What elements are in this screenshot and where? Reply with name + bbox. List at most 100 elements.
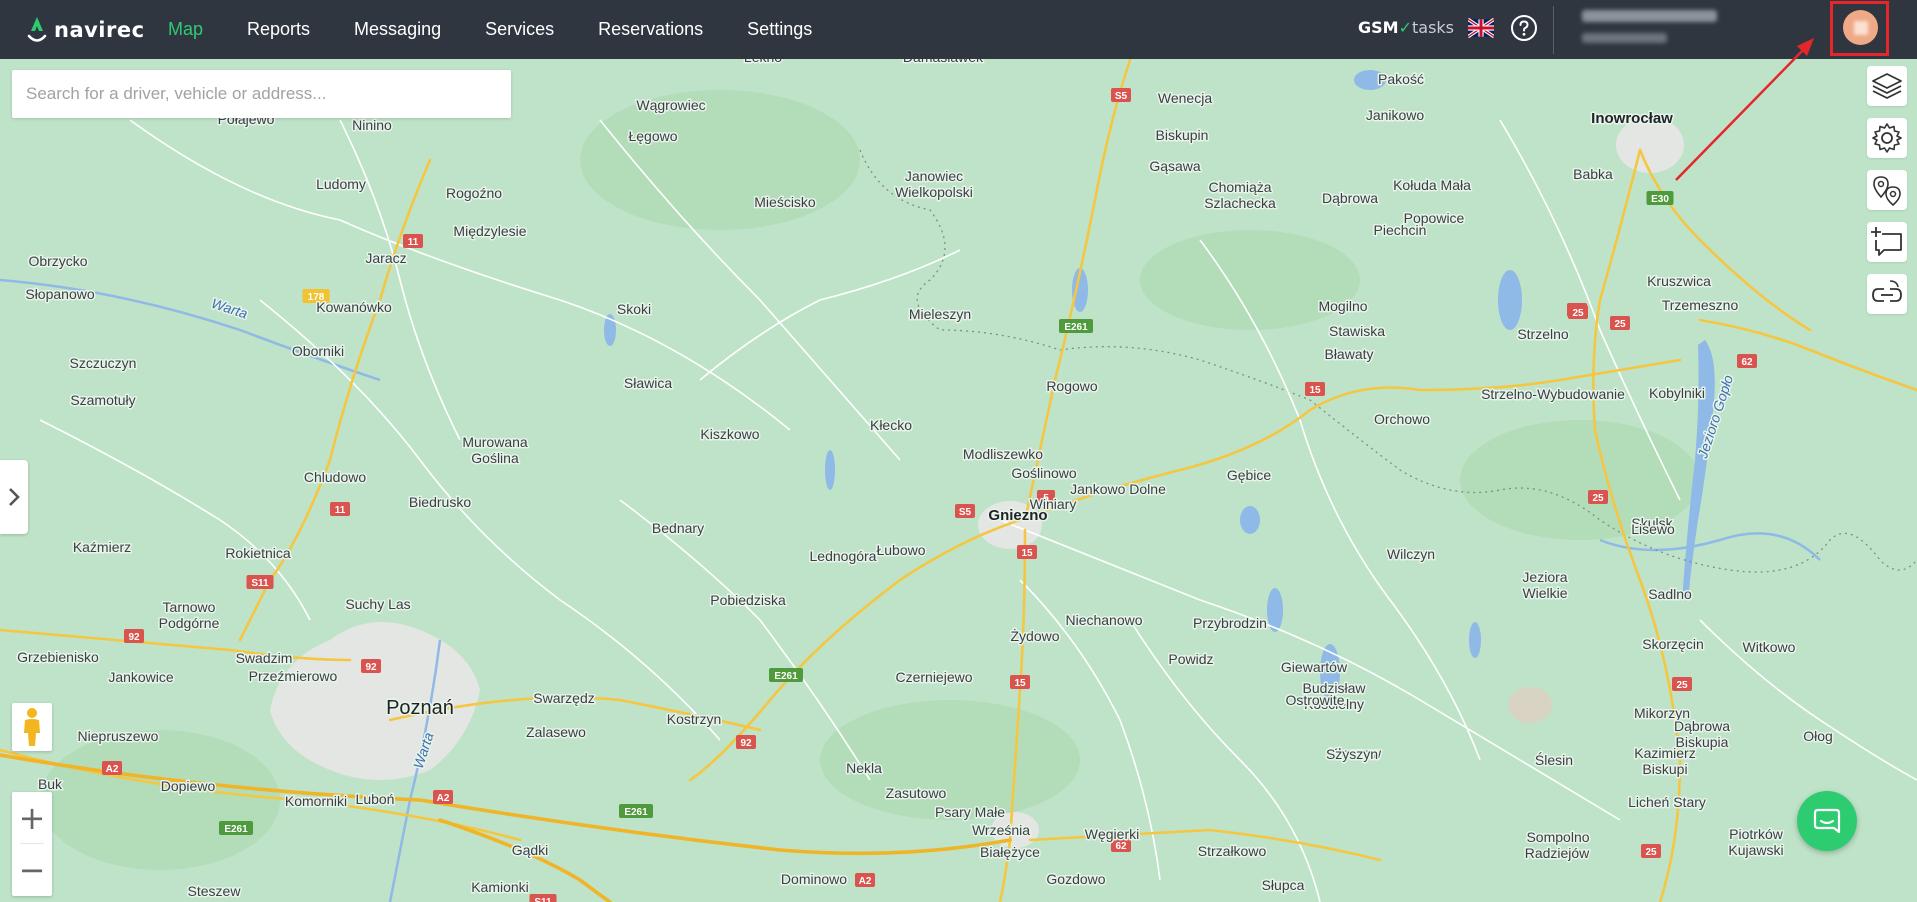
place-label-bia-ezyce: Białężyce xyxy=(980,844,1040,860)
place-label-obrzycko: Obrzycko xyxy=(28,253,87,269)
app-logo[interactable]: navirec xyxy=(26,15,148,45)
place-label-babka: Babka xyxy=(1573,166,1613,182)
place-label-egowo: Łęgowo xyxy=(628,128,677,144)
settings-icon xyxy=(1872,123,1902,153)
layers-icon xyxy=(1872,73,1902,99)
svg-text:92: 92 xyxy=(740,738,752,749)
svg-text:E261: E261 xyxy=(624,807,648,818)
place-label-o-og: Ołog xyxy=(1803,728,1833,744)
place-label-modliszewko: Modliszewko xyxy=(963,446,1043,462)
place-label-zydowo: Żydowo xyxy=(1010,627,1059,644)
street-view-pegman[interactable] xyxy=(12,703,52,751)
place-label-ludomy: Ludomy xyxy=(316,176,366,192)
svg-text:25: 25 xyxy=(1676,680,1688,691)
place-label-buk: Buk xyxy=(38,776,63,792)
chevron-right-icon xyxy=(9,488,20,506)
place-label-swarzedz: Swarzędz xyxy=(533,690,594,706)
place-label-lubon: Luboń xyxy=(356,791,395,807)
place-label-kowanowko: Kowanówko xyxy=(316,299,392,315)
place-label-chomiaza-szlachecka: Chomiąża Szlachecka xyxy=(1204,179,1276,211)
place-label-janowiec-wielkopolski: Janowiec Wielkopolski xyxy=(895,168,973,200)
link-button[interactable] xyxy=(1867,274,1907,314)
place-label-damas-awek: Damasławek xyxy=(903,59,984,65)
place-label-kamionki: Kamionki xyxy=(471,879,529,895)
place-label-jankowice: Jankowice xyxy=(108,669,174,685)
place-label-jankowo-dolne: Jankowo Dolne xyxy=(1070,481,1166,497)
place-label-czerniejewo: Czerniejewo xyxy=(895,669,972,685)
user-avatar[interactable] xyxy=(1843,10,1878,45)
map-tools xyxy=(1867,66,1909,326)
svg-text:11: 11 xyxy=(335,505,346,516)
place-label-winiary: Winiary xyxy=(1030,496,1077,512)
place-label-powidz: Powidz xyxy=(1168,651,1213,667)
place-label-mogilno: Mogilno xyxy=(1318,298,1367,314)
road-shield-11: 11 xyxy=(403,234,423,248)
place-label-dabrowa-biskupia: Dąbrowa Biskupia xyxy=(1674,718,1730,750)
svg-text:92: 92 xyxy=(128,632,140,643)
svg-text:15: 15 xyxy=(1014,678,1026,689)
svg-text:25: 25 xyxy=(1645,847,1657,858)
uk-flag-icon[interactable] xyxy=(1468,17,1494,39)
nav-map[interactable]: Map xyxy=(168,19,203,40)
nav-settings[interactable]: Settings xyxy=(747,19,812,40)
zoom-in-button[interactable]: + xyxy=(12,792,52,843)
road-shield-92: 92 xyxy=(361,659,381,673)
nav-services[interactable]: Services xyxy=(485,19,554,40)
nav-reservations[interactable]: Reservations xyxy=(598,19,703,40)
city-label-poznan: Poznań xyxy=(386,697,454,719)
place-label-stawiska: Stawiska xyxy=(1329,323,1385,339)
add-route-button[interactable] xyxy=(1867,222,1907,262)
help-icon[interactable] xyxy=(1510,14,1538,42)
place-label-psary-ma-e: Psary Małe xyxy=(935,804,1005,820)
link-icon xyxy=(1872,280,1902,302)
place-label-przezmierowo: Przeźmierowo xyxy=(249,668,338,684)
place-label-b-awaty: Bławaty xyxy=(1324,346,1373,362)
place-label-oborniki: Oborniki xyxy=(292,343,344,359)
place-label-kostrzyn: Kostrzyn xyxy=(667,711,721,727)
nav-messaging[interactable]: Messaging xyxy=(354,19,441,40)
map-canvas[interactable]: S5S51117811S11929292A2A2E261E261E261E261… xyxy=(0,59,1917,902)
place-label-bednary: Bednary xyxy=(652,520,704,536)
search-input[interactable] xyxy=(12,70,511,118)
place-label-janikowo: Janikowo xyxy=(1366,107,1425,123)
check-icon: ✓ xyxy=(1398,18,1412,37)
place-label-lichen-stary: Licheń Stary xyxy=(1628,794,1706,810)
layers-button[interactable] xyxy=(1867,66,1907,106)
map-settings-button[interactable] xyxy=(1867,118,1907,158)
chat-button[interactable] xyxy=(1797,791,1857,851)
place-label-niepruszewo: Niepruszewo xyxy=(78,728,159,744)
svg-text:E261: E261 xyxy=(774,671,798,682)
search-box xyxy=(12,70,511,118)
road-shield-a2: A2 xyxy=(102,761,122,775)
user-name-blurred[interactable] xyxy=(1582,10,1717,22)
svg-text:S11: S11 xyxy=(251,578,269,589)
place-label-miescisko: Mieścisko xyxy=(754,194,816,210)
road-shield-92: 92 xyxy=(124,629,144,643)
tasks-label: tasks xyxy=(1411,18,1454,37)
gsm-tasks-link[interactable]: GSM✓tasks xyxy=(1358,18,1454,37)
road-shield-e261: E261 xyxy=(1059,319,1093,333)
road-shield-25: 25 xyxy=(1672,677,1692,691)
place-label-k-ecko: Kłecko xyxy=(870,417,912,433)
sidebar-toggle[interactable] xyxy=(0,460,28,534)
place-label-strzelno-wybudowanie: Strzelno-Wybudowanie xyxy=(1481,386,1625,402)
nav-reports[interactable]: Reports xyxy=(247,19,310,40)
place-label-sompolno: Sompolno xyxy=(1526,829,1589,845)
svg-text:E261: E261 xyxy=(1064,322,1088,333)
place-label-witkowo: Witkowo xyxy=(1743,639,1796,655)
place-label-grzebienisko: Grzebienisko xyxy=(17,649,99,665)
svg-text:25: 25 xyxy=(1572,308,1584,319)
zoom-out-button[interactable]: − xyxy=(12,844,52,895)
place-label-pakosc: Pakość xyxy=(1378,71,1424,87)
chat-icon xyxy=(1813,808,1841,834)
place-label-suchy-las: Suchy Las xyxy=(345,596,410,612)
svg-text:S11: S11 xyxy=(534,897,552,902)
road-shield-25: 25 xyxy=(1641,844,1661,858)
svg-text:S5: S5 xyxy=(1115,91,1128,102)
places-button[interactable] xyxy=(1867,170,1907,210)
road-shield-s11: S11 xyxy=(529,894,557,902)
road-shield-e30: E30 xyxy=(1646,191,1674,205)
place-label-lisewo: Lisewo xyxy=(1631,521,1675,537)
road-shield-e261: E261 xyxy=(769,668,803,682)
place-label-jeziora-wielkie: Jeziora Wielkie xyxy=(1522,569,1567,601)
